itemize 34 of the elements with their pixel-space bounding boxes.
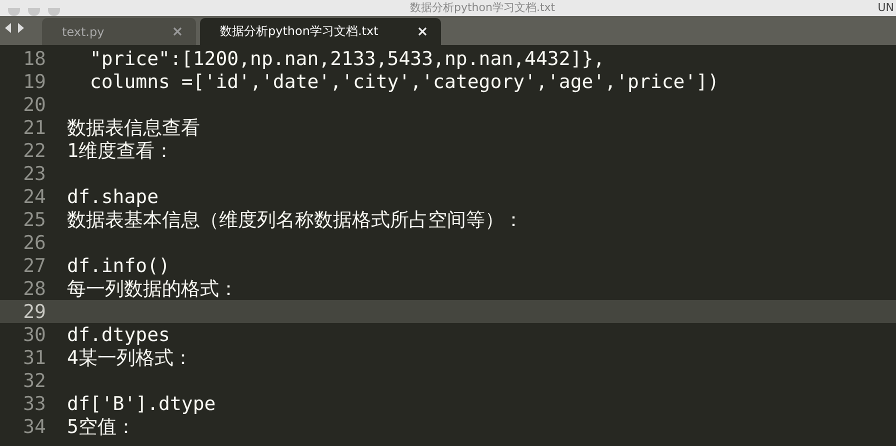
code-line: 5空值： <box>67 414 136 440</box>
line-number: 29 <box>22 300 46 322</box>
code-line: df.info() <box>67 254 170 276</box>
unregistered-label: UN <box>878 1 894 15</box>
line-number: 26 <box>22 232 46 254</box>
file-tab[interactable]: 数据分析python学习文档.txt <box>200 18 442 45</box>
code-line: 数据表信息查看 <box>67 116 200 140</box>
code-line: 每一列数据的格式： <box>67 276 238 302</box>
line-number: 33 <box>22 392 46 414</box>
line-number: 24 <box>22 186 46 208</box>
tab-navigation-icon[interactable] <box>4 22 26 34</box>
code-line: 数据表基本信息（维度列名称数据格式所占空间等）： <box>67 208 523 232</box>
code-line: df['B'].dtype <box>67 392 216 414</box>
window-title: 数据分析python学习文档.txt <box>410 1 556 15</box>
line-number: 31 <box>22 346 46 368</box>
code-line: 4某一列格式： <box>67 346 192 370</box>
line-number: 18 <box>22 48 46 70</box>
code-line: columns =['id','date','city','category','age','price']) <box>88 70 720 92</box>
line-number: 21 <box>22 116 46 138</box>
line-number: 30 <box>22 324 46 346</box>
code-line: 1维度查看： <box>67 138 174 164</box>
line-number: 34 <box>22 416 46 438</box>
file-tab[interactable]: text.py <box>42 18 196 45</box>
code-line: df.dtypes <box>67 324 170 346</box>
code-line: "price":[1200,np.nan,2133,5433,np.nan,4432]}, <box>88 48 605 70</box>
line-number: 22 <box>22 140 46 162</box>
line-number: 25 <box>22 208 46 230</box>
line-number: 23 <box>22 162 46 184</box>
code-line: df.shape <box>67 186 159 208</box>
line-number: 28 <box>22 278 46 300</box>
line-number: 20 <box>22 94 46 116</box>
line-number: 19 <box>22 70 46 92</box>
line-number: 32 <box>22 370 46 392</box>
line-number: 27 <box>22 254 46 276</box>
